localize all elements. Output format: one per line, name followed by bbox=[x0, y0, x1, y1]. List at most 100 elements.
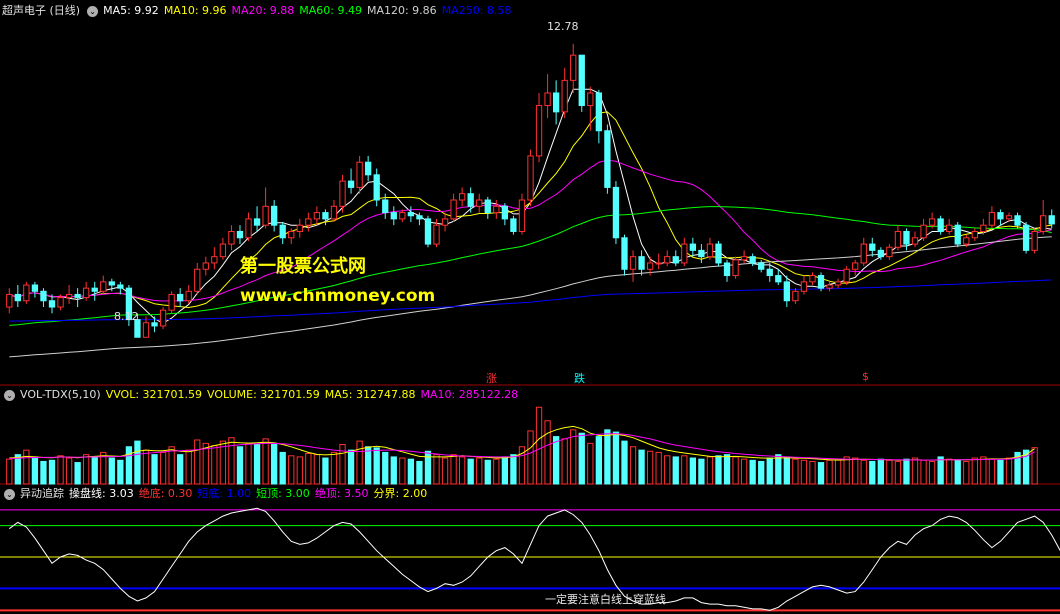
volume-bar bbox=[185, 449, 192, 485]
volume-bar bbox=[672, 456, 679, 485]
candle-body bbox=[604, 130, 611, 188]
main-indicator-2: MA20: 9.88 bbox=[231, 4, 295, 17]
candle-body bbox=[493, 205, 500, 214]
volume-bar bbox=[65, 457, 73, 485]
candle-body bbox=[758, 262, 765, 270]
candle-body bbox=[271, 205, 278, 226]
candle-body bbox=[1014, 215, 1021, 226]
candle-body bbox=[407, 212, 415, 217]
candle-body bbox=[783, 281, 790, 302]
candle-body bbox=[467, 193, 474, 207]
candle-body bbox=[211, 256, 218, 264]
watermark-cn: 第一股票公式网 bbox=[240, 256, 366, 277]
volume-bar bbox=[407, 458, 415, 485]
volume-bar bbox=[296, 456, 303, 485]
candle-body bbox=[253, 218, 261, 226]
candle-body bbox=[347, 180, 355, 188]
volume-bar bbox=[253, 444, 261, 485]
volume-bar bbox=[817, 462, 825, 485]
volume-bar bbox=[587, 442, 594, 485]
candle-body bbox=[834, 281, 842, 286]
volume-bar bbox=[23, 449, 30, 485]
candle-body bbox=[843, 268, 850, 283]
candle-body bbox=[928, 218, 936, 226]
volume-indicator-2: MA5: 312747.88 bbox=[324, 388, 416, 401]
candle-body bbox=[997, 212, 1004, 220]
volume-bar bbox=[1005, 457, 1013, 485]
candle-body bbox=[638, 256, 645, 270]
volume-bar bbox=[561, 438, 568, 485]
volume-bar bbox=[723, 454, 731, 485]
candle-body bbox=[501, 205, 509, 220]
volume-bar bbox=[356, 440, 363, 485]
candle-body bbox=[672, 256, 679, 264]
volume-bar bbox=[168, 446, 175, 485]
osc-indicator-1: 绝底: 0.30 bbox=[138, 487, 193, 500]
candle-body bbox=[971, 230, 978, 239]
candle-body bbox=[954, 224, 961, 245]
volume-bar bbox=[322, 457, 329, 485]
candle-body bbox=[57, 297, 64, 308]
volume-bar bbox=[177, 454, 184, 485]
volume-bar bbox=[843, 456, 850, 485]
ma60-line bbox=[9, 206, 1052, 326]
volume-indicator-0: VVOL: 321701.59 bbox=[105, 388, 203, 401]
candle-body bbox=[194, 268, 201, 292]
volume-bar bbox=[484, 459, 491, 485]
candle-body bbox=[552, 92, 560, 113]
volume-bar bbox=[313, 454, 321, 485]
volume-indicator-name: VOL-TDX(5,10) bbox=[20, 388, 101, 401]
volume-bar bbox=[228, 437, 235, 485]
volume-bar bbox=[262, 438, 269, 485]
candle-body bbox=[74, 293, 81, 299]
osc-note: 一定要注意白线上穿蓝线 bbox=[545, 593, 666, 606]
volume-bar bbox=[570, 429, 577, 485]
candle-body bbox=[544, 92, 551, 107]
volume-bar bbox=[6, 458, 13, 485]
candle-body bbox=[91, 287, 98, 292]
candle-body bbox=[31, 284, 39, 292]
volume-bar bbox=[852, 457, 859, 485]
volume-bar bbox=[57, 455, 64, 485]
collapse-icon[interactable]: ⌄ bbox=[4, 488, 15, 500]
chart-canvas bbox=[0, 43, 1060, 612]
candle-body bbox=[561, 79, 568, 113]
collapse-icon[interactable]: ⌄ bbox=[87, 5, 99, 17]
volume-bar bbox=[74, 462, 81, 485]
osc-indicator-4: 绝顶: 3.50 bbox=[314, 487, 369, 500]
candle-body bbox=[390, 212, 397, 220]
candle-body bbox=[23, 284, 30, 302]
volume-bar bbox=[595, 436, 603, 485]
volume-bar bbox=[792, 458, 799, 485]
candle-body bbox=[185, 290, 192, 302]
volume-bar bbox=[963, 460, 970, 485]
collapse-icon[interactable]: ⌄ bbox=[4, 389, 15, 401]
candle-body bbox=[450, 199, 457, 220]
volume-bar bbox=[971, 457, 978, 485]
candle-body bbox=[766, 268, 773, 277]
candle-body bbox=[740, 256, 748, 261]
candle-body bbox=[365, 161, 372, 176]
volume-bar bbox=[40, 460, 47, 485]
volume-bar bbox=[552, 436, 560, 485]
volume-header: ⌄ VOL-TDX(5,10) VVOL: 321701.59 VOLUME: 321… bbox=[2, 387, 528, 403]
candle-body bbox=[288, 230, 295, 239]
volume-bar bbox=[305, 453, 312, 485]
candle-body bbox=[612, 186, 620, 239]
volume-bar bbox=[390, 456, 397, 485]
candle-body bbox=[433, 224, 440, 245]
candle-body bbox=[911, 237, 919, 245]
volume-bar bbox=[544, 420, 551, 485]
volume-bar bbox=[740, 458, 748, 485]
volume-bar bbox=[159, 451, 167, 485]
candle-body bbox=[715, 243, 722, 264]
candle-body bbox=[416, 215, 423, 220]
candle-body bbox=[330, 205, 338, 220]
volume-bar bbox=[194, 439, 201, 485]
high-price-label: 12.78 bbox=[547, 20, 579, 33]
candle-body bbox=[689, 243, 696, 251]
volume-bar bbox=[775, 454, 782, 485]
candle-body bbox=[860, 243, 867, 264]
candle-body bbox=[399, 212, 406, 220]
osc-indicator-2: 短底: 1.00 bbox=[197, 487, 252, 500]
